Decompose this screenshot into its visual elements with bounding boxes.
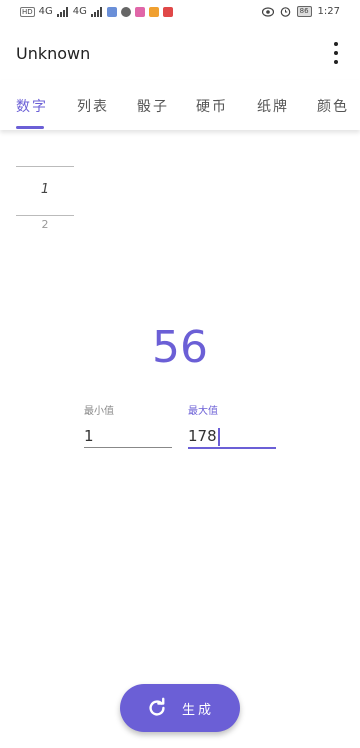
tab-cards[interactable]: 纸牌	[257, 96, 289, 116]
app-notification-icon	[106, 6, 117, 17]
status-bar: HD 4G 4G 86 1:27	[0, 0, 360, 24]
mail-notification-icon	[162, 6, 173, 17]
picker-selected-value: 1	[40, 182, 50, 197]
signal-icon	[56, 6, 68, 17]
min-value-field[interactable]: 最小值 1	[84, 402, 172, 448]
app-title: Unknown	[16, 44, 91, 63]
eye-icon	[261, 6, 274, 17]
picker-next-value: 2	[41, 218, 49, 231]
network-type-1: 4G	[38, 6, 53, 17]
generate-button[interactable]: 生成	[120, 684, 240, 732]
tab-color[interactable]: 颜色	[317, 96, 349, 116]
battery-indicator: 86	[296, 6, 312, 17]
status-right: 86 1:27	[261, 6, 340, 17]
min-value-underline	[84, 447, 172, 448]
chat-notification-icon	[120, 6, 131, 17]
max-value-label: 最大值	[188, 406, 218, 417]
alarm-icon	[280, 7, 290, 17]
max-value-input-wrap[interactable]: 178	[188, 425, 276, 447]
max-value-field[interactable]: 最大值 178	[188, 402, 276, 449]
count-picker[interactable]: 1 2	[16, 166, 74, 236]
min-value-label: 最小值	[84, 406, 114, 417]
tab-indicator	[16, 126, 44, 129]
picker-divider-top	[16, 166, 74, 167]
result-number: 56	[152, 322, 208, 373]
text-cursor	[217, 427, 220, 446]
video-notification-icon	[148, 6, 159, 17]
more-options-button[interactable]	[326, 42, 346, 64]
picker-divider-bottom	[16, 215, 74, 216]
clock: 1:27	[317, 6, 340, 17]
hd-badge: HD	[20, 6, 35, 17]
refresh-icon	[149, 697, 165, 716]
gallery-notification-icon	[134, 6, 145, 17]
network-type-2: 4G	[72, 6, 87, 17]
signal-icon-2	[90, 6, 102, 17]
tab-dice[interactable]: 骰子	[137, 96, 169, 116]
tab-number[interactable]: 数字	[16, 96, 48, 116]
more-vert-icon	[334, 42, 338, 46]
generate-label: 生成	[181, 702, 214, 718]
tab-list[interactable]: 列表	[77, 96, 109, 116]
app-bar: Unknown	[0, 24, 360, 80]
max-value-underline	[188, 447, 276, 449]
tab-bar: 数字 列表 骰子 硬币 纸牌 颜色	[0, 80, 360, 130]
tab-coin[interactable]: 硬币	[196, 96, 228, 116]
min-value-input[interactable]: 1	[84, 425, 172, 447]
status-left: HD 4G 4G	[20, 6, 173, 17]
max-value-input[interactable]: 178	[188, 427, 217, 445]
